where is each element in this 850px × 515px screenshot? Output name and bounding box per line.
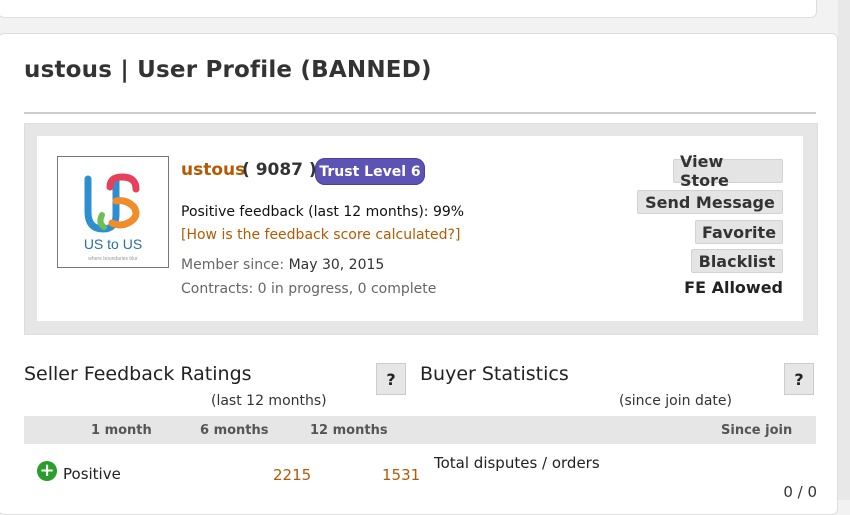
scrollbar-track[interactable] [838,0,850,500]
contracts-status: Contracts: 0 in progress, 0 complete [181,281,437,297]
member-since: Member since: May 30, 2015 [181,257,384,273]
positive-12-months: 1531 [382,466,421,484]
profile-card: US to US where boundaries blur ustous ( … [24,123,818,335]
send-message-button[interactable]: Send Message [637,190,783,214]
feedback-score-link[interactable]: [How is the feedback score calculated?] [181,227,460,243]
logo-text: US to US [84,236,142,252]
trust-level-badge: Trust Level 6 [315,158,425,185]
buyer-statistics-help-button[interactable]: ? [784,363,814,395]
page-title: ustous | User Profile (BANNED) [24,57,432,83]
buyer-statistics-period: (since join date) [619,393,732,409]
title-divider [24,112,816,114]
seller-feedback-period: (last 12 months) [211,393,327,409]
column-6-months: 6 months [200,423,269,438]
profile-card-inner: US to US where boundaries blur ustous ( … [37,136,803,321]
favorite-button[interactable]: Favorite [695,220,783,244]
plus-circle-icon: + [37,461,57,481]
previous-panel [0,0,817,18]
positive-row-label: Positive [63,465,121,483]
username-link[interactable]: ustous [181,160,245,180]
logo-tagline: where boundaries blur [88,256,138,262]
buyer-statistics-title: Buyer Statistics [420,363,569,385]
question-mark-icon: ? [794,369,804,389]
member-since-value: May 30, 2015 [288,257,385,273]
member-since-label: Member since: [181,257,285,273]
positive-6-months: 2215 [273,466,312,484]
column-1-month: 1 month [91,423,152,438]
fe-allowed-label: FE Allowed [684,278,783,297]
user-avatar: US to US where boundaries blur [57,156,169,268]
ratings-table-header: 1 month 6 months 12 months Since join [24,416,816,444]
disputes-orders-value: 0 / 0 [783,483,817,501]
view-store-button[interactable]: View Store [673,152,783,190]
seller-feedback-title: Seller Feedback Ratings [24,363,252,385]
column-since-join: Since join [721,423,793,438]
disputes-orders-label: Total disputes / orders [434,454,600,472]
seller-feedback-help-button[interactable]: ? [376,363,406,395]
rating-count: ( 9087 ) [242,160,317,180]
column-12-months: 12 months [310,423,388,438]
blacklist-button[interactable]: Blacklist [691,249,783,273]
positive-feedback-text: Positive feedback (last 12 months): 99% [181,204,465,220]
question-mark-icon: ? [386,369,396,389]
